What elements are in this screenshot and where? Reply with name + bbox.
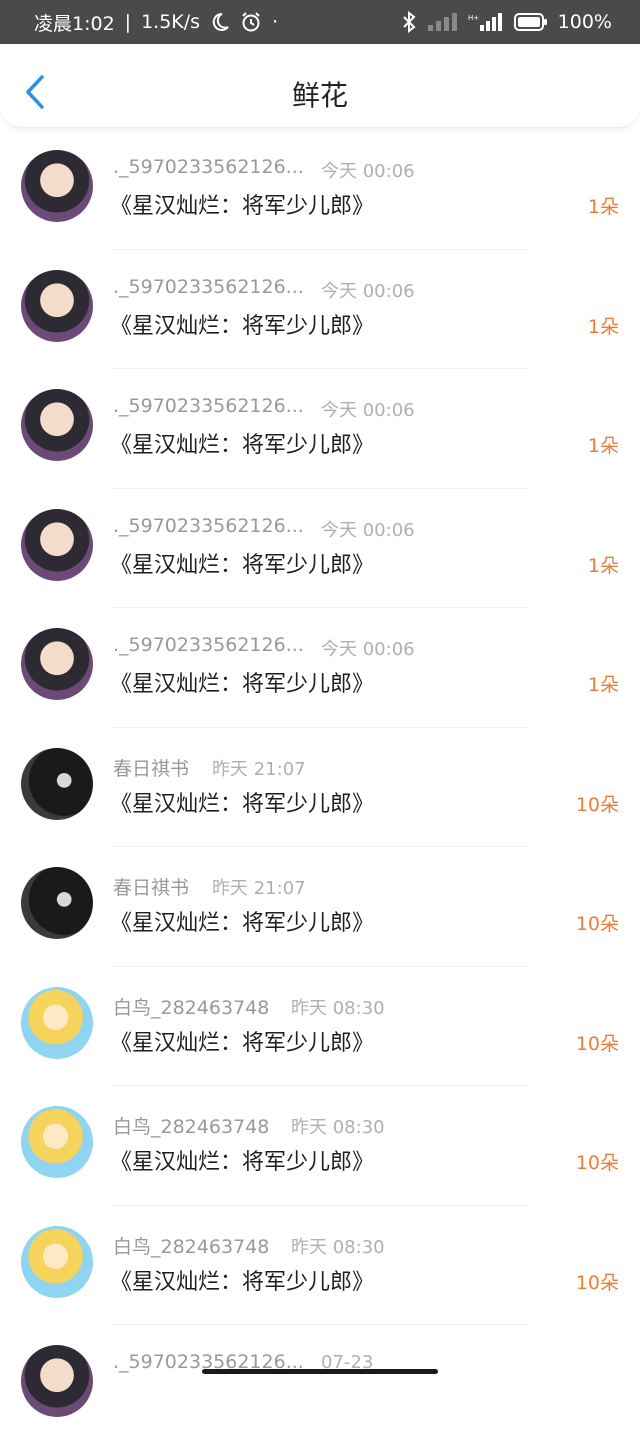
book-title: 《星汉灿烂：将军少儿郎》: [110, 1030, 375, 1056]
status-dot: ·: [272, 11, 279, 33]
flower-count: 1朵: [587, 674, 619, 696]
user-name[interactable]: ._5970233562126...: [113, 515, 304, 537]
user-name[interactable]: ._5970233562126...: [113, 395, 304, 417]
timestamp: 昨天 21:07: [212, 758, 306, 780]
list-item[interactable]: 白鸟_282463748 昨天 08:30 《星汉灿烂：将军少儿郎》 10朵: [0, 1086, 640, 1206]
alarm-icon: [240, 11, 262, 33]
list-item[interactable]: ._5970233562126... 今天 00:06 《星汉灿烂：将军少儿郎》…: [0, 369, 640, 489]
list-item[interactable]: 白鸟_282463748 昨天 08:30 《星汉灿烂：将军少儿郎》 10朵: [0, 1206, 640, 1325]
user-name[interactable]: ._5970233562126...: [113, 276, 304, 298]
list-item[interactable]: ._5970233562126... 今天 00:06 《星汉灿烂：将军少儿郎》…: [0, 608, 640, 728]
avatar[interactable]: [21, 628, 93, 700]
avatar[interactable]: [21, 150, 93, 222]
list-item[interactable]: 春日祺书 昨天 21:07 《星汉灿烂：将军少儿郎》 10朵: [0, 728, 640, 847]
signal-icon-2: H+: [468, 12, 504, 32]
avatar[interactable]: [21, 1225, 93, 1298]
user-name[interactable]: 白鸟_282463748: [113, 1232, 269, 1259]
flower-count: 10朵: [575, 793, 619, 816]
signal-icon: [427, 13, 458, 31]
timestamp: 今天 00:06: [321, 639, 415, 660]
book-title: 《星汉灿烂：将军少儿郎》: [110, 911, 375, 936]
avatar[interactable]: [21, 747, 93, 820]
status-bar-right: H+ 100%: [400, 11, 612, 33]
battery-icon: [513, 13, 548, 31]
timestamp: 昨天 08:30: [291, 1117, 385, 1138]
list-item[interactable]: 春日祺书 昨天 21:07 《星汉灿烂：将军少儿郎》 10朵: [0, 847, 640, 967]
page-title: 鲜花: [291, 79, 348, 112]
status-net-speed: 1.5K/s: [141, 11, 201, 33]
book-title: 《星汉灿烂：将军少儿郎》: [110, 1150, 375, 1175]
book-title: 《星汉灿烂：将军少儿郎》: [110, 791, 375, 817]
timestamp: 今天 00:06: [321, 400, 415, 421]
timestamp: 昨天 21:07: [212, 878, 306, 899]
timestamp: 今天 00:06: [321, 519, 415, 541]
user-name[interactable]: 春日祺书: [113, 873, 189, 900]
list-item[interactable]: 白鸟_282463748 昨天 08:30 《星汉灿烂：将军少儿郎》 10朵: [0, 967, 640, 1086]
timestamp: 今天 00:06: [321, 161, 415, 182]
flower-count: 1朵: [587, 435, 619, 457]
book-title: 《星汉灿烂：将军少儿郎》: [110, 552, 375, 578]
avatar[interactable]: [21, 389, 93, 461]
avatar[interactable]: [21, 986, 93, 1059]
timestamp: 今天 00:06: [321, 280, 415, 302]
flower-count: 10朵: [575, 913, 619, 935]
flower-count: 10朵: [575, 1032, 619, 1055]
status-separator: |: [124, 11, 132, 33]
flower-count: 1朵: [587, 315, 619, 338]
flower-list: ._5970233562126... 今天 00:06 《星汉灿烂：将军少儿郎》…: [0, 130, 640, 1445]
flower-count: 1朵: [587, 554, 619, 577]
book-title: 《星汉灿烂：将军少儿郎》: [110, 672, 375, 697]
timestamp: 昨天 08:30: [291, 997, 385, 1019]
avatar[interactable]: [21, 1345, 93, 1417]
book-title: 《星汉灿烂：将军少儿郎》: [110, 194, 375, 219]
svg-text:H+: H+: [468, 14, 479, 22]
home-indicator[interactable]: [202, 1369, 438, 1374]
user-name[interactable]: ._5970233562126...: [113, 156, 304, 178]
user-name[interactable]: ._5970233562126...: [113, 634, 304, 656]
list-item[interactable]: ._5970233562126... 今天 00:06 《星汉灿烂：将军少儿郎》…: [0, 130, 640, 250]
avatar[interactable]: [21, 1106, 93, 1178]
avatar[interactable]: [21, 867, 93, 939]
book-title: 《星汉灿烂：将军少儿郎》: [110, 313, 375, 339]
status-time: 凌晨1:02: [34, 12, 115, 35]
avatar[interactable]: [21, 269, 93, 342]
bluetooth-icon: [400, 11, 418, 33]
list-item[interactable]: ._5970233562126... 今天 00:06 《星汉灿烂：将军少儿郎》…: [0, 489, 640, 608]
status-bar-left: 凌晨1:02 | 1.5K/s ·: [34, 9, 278, 36]
flower-count: 1朵: [587, 196, 619, 218]
status-bar: 凌晨1:02 | 1.5K/s · H+ 100%: [0, 0, 640, 44]
user-name[interactable]: 春日祺书: [113, 754, 189, 781]
book-title: 《星汉灿烂：将军少儿郎》: [110, 433, 375, 458]
list-item[interactable]: ._5970233562126... 07-23: [0, 1325, 640, 1445]
battery-percent: 100%: [557, 11, 612, 33]
book-title: 《星汉灿烂：将军少儿郎》: [110, 1269, 375, 1295]
user-name[interactable]: 白鸟_282463748: [113, 993, 269, 1020]
timestamp: 昨天 08:30: [291, 1236, 385, 1258]
avatar[interactable]: [21, 508, 93, 581]
top-app-bar: 鲜花: [0, 44, 640, 128]
user-name[interactable]: 白鸟_282463748: [113, 1112, 269, 1139]
flower-count: 10朵: [575, 1152, 619, 1174]
moon-icon: [210, 12, 230, 32]
flower-count: 10朵: [575, 1271, 619, 1294]
list-item[interactable]: ._5970233562126... 今天 00:06 《星汉灿烂：将军少儿郎》…: [0, 250, 640, 369]
